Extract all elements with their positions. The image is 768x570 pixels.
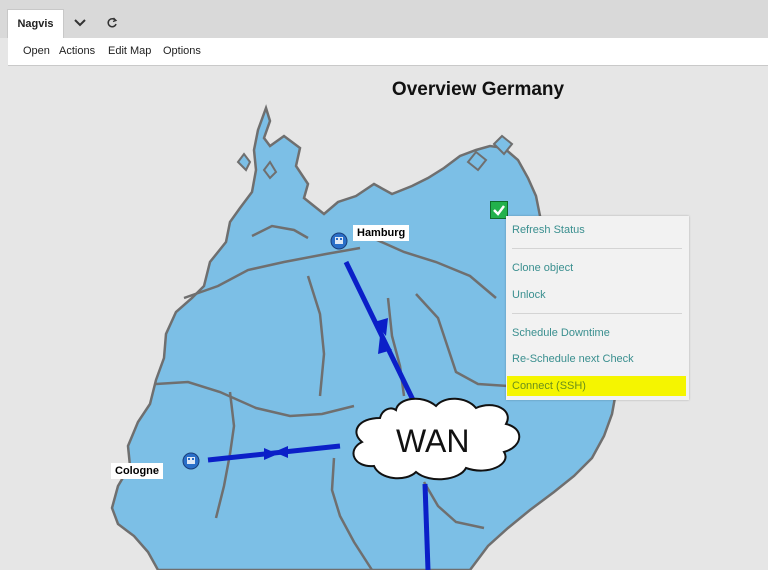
chevron-down-icon[interactable]	[70, 13, 90, 33]
menu-item-clone-object[interactable]: Clone object	[512, 262, 573, 274]
wan-label: WAN	[396, 423, 470, 459]
city-label-cologne: Cologne	[111, 463, 163, 479]
menu-item-reschedule-check[interactable]: Re-Schedule next Check	[512, 353, 634, 365]
tab-bar: Nagvis	[0, 0, 768, 38]
city-label-hamburg: Hamburg	[353, 225, 410, 241]
menu-open[interactable]: Open	[23, 45, 50, 57]
island-shape	[236, 152, 252, 172]
tab-nagvis[interactable]: Nagvis	[7, 9, 64, 38]
map-title: Overview Germany	[391, 79, 565, 100]
menu-edit-map[interactable]: Edit Map	[108, 45, 151, 57]
host-icon[interactable]	[182, 452, 200, 470]
menu-divider	[512, 248, 682, 249]
menu-actions[interactable]: Actions	[59, 45, 95, 57]
refresh-icon[interactable]	[102, 13, 122, 33]
menu-item-refresh-status[interactable]: Refresh Status	[512, 224, 585, 236]
menu-options[interactable]: Options	[163, 45, 201, 57]
menu-item-connect-ssh[interactable]: Connect (SSH)	[512, 380, 586, 392]
host-icon[interactable]	[330, 232, 348, 250]
context-menu: Refresh Status Clone object Unlock Sched…	[506, 216, 689, 400]
menu-divider	[512, 313, 682, 314]
menu-item-unlock[interactable]: Unlock	[512, 289, 546, 301]
wan-link-south	[422, 483, 431, 570]
menu-item-schedule-downtime[interactable]: Schedule Downtime	[512, 327, 610, 339]
menu-bar: Open Actions Edit Map Options	[8, 38, 768, 66]
